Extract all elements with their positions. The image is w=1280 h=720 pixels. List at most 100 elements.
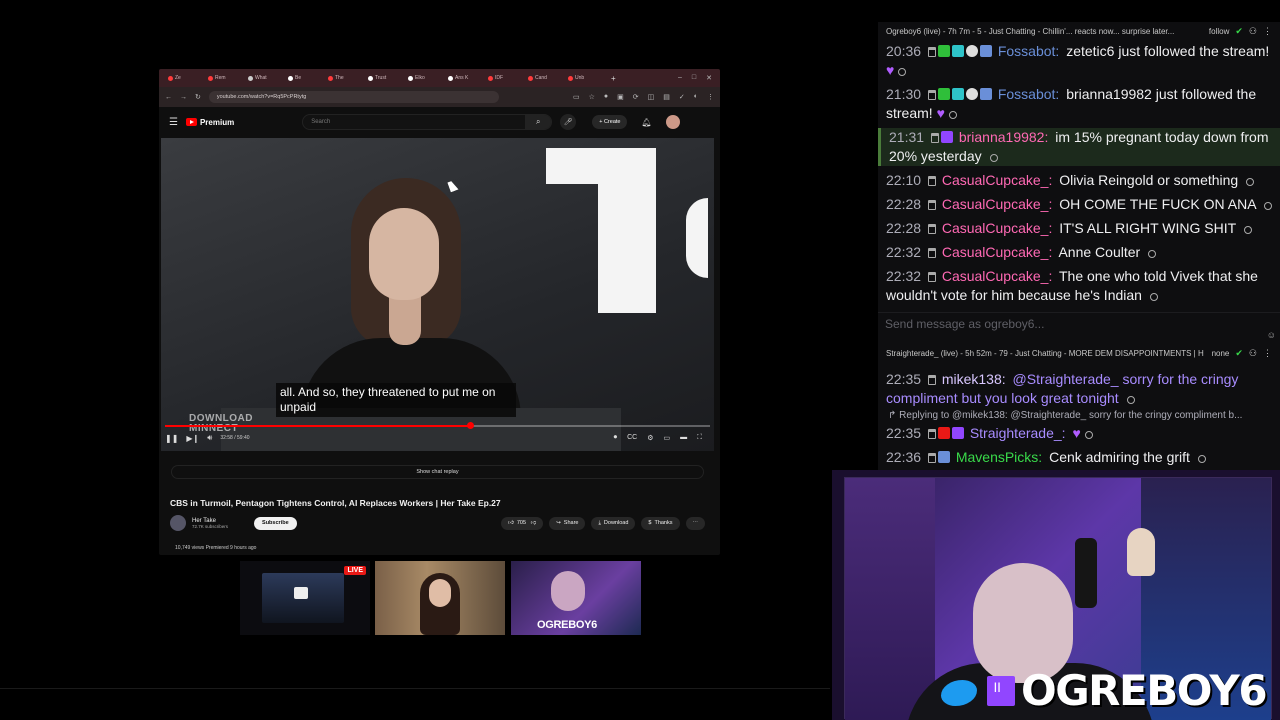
video-progress-bar[interactable] xyxy=(165,422,710,429)
menu-dots-icon[interactable]: ⋮ xyxy=(1263,348,1272,359)
browser-tab[interactable]: What xyxy=(245,71,283,85)
delete-icon[interactable] xyxy=(927,90,936,100)
thanks-button[interactable]: $ Thanks xyxy=(641,516,680,530)
hamburger-menu-icon[interactable]: ☰ xyxy=(169,117,178,128)
delete-icon[interactable] xyxy=(927,176,936,186)
browser-tab[interactable]: IDF xyxy=(485,71,523,85)
browser-tab[interactable]: Rem xyxy=(205,71,243,85)
chat-username[interactable]: Fossabot: xyxy=(998,86,1059,102)
browser-tab[interactable]: Trust xyxy=(365,71,403,85)
chat-username[interactable]: CasualCupcake_: xyxy=(942,268,1053,284)
theater-icon[interactable]: ▬ xyxy=(680,434,687,442)
chat-username[interactable]: Straighterade_: xyxy=(970,425,1066,441)
reply-icon[interactable] xyxy=(1263,202,1272,210)
extension-icon[interactable]: ✓ xyxy=(679,93,685,101)
close-icon[interactable]: ✕ xyxy=(706,74,712,82)
delete-icon[interactable] xyxy=(927,453,936,463)
url-field[interactable]: youtube.com/watch?v=Rq5PcPRtytg xyxy=(208,91,499,103)
account-avatar[interactable] xyxy=(665,115,680,129)
extension-icon[interactable]: ◫ xyxy=(648,93,655,101)
profile-icon[interactable]: ◐ xyxy=(694,93,698,101)
volume-icon[interactable]: 🔊︎ xyxy=(207,433,212,443)
browser-tab[interactable]: Elko xyxy=(405,71,443,85)
search-input[interactable]: Search ⌕ xyxy=(302,114,553,130)
delete-icon[interactable] xyxy=(927,429,936,439)
reply-icon[interactable] xyxy=(1126,396,1135,404)
chat-username[interactable]: brianna19982: xyxy=(959,129,1049,145)
delete-icon[interactable] xyxy=(927,272,936,282)
channel-avatar[interactable] xyxy=(170,515,186,531)
autoplay-toggle-icon[interactable]: ⏺ xyxy=(614,434,618,442)
stream-thumbnail[interactable] xyxy=(375,561,505,635)
extension-icon[interactable]: ● xyxy=(604,93,608,101)
next-icon[interactable]: ▶❙ xyxy=(186,434,199,443)
chat-input[interactable]: Send message as ogreboy6... xyxy=(878,312,1280,334)
delete-icon[interactable] xyxy=(927,224,936,234)
youtube-logo[interactable]: Premium xyxy=(185,118,234,127)
delete-icon[interactable] xyxy=(927,248,936,258)
chat-username[interactable]: MavensPicks: xyxy=(956,449,1042,465)
users-icon[interactable]: ⚇ xyxy=(1249,348,1257,359)
cast-icon[interactable]: ▭ xyxy=(573,93,580,101)
fullscreen-icon[interactable]: ⛶ xyxy=(697,434,702,442)
browser-tab[interactable]: Unb xyxy=(565,71,603,85)
reload-icon[interactable]: ↻ xyxy=(195,93,201,101)
chat-username[interactable]: Fossabot: xyxy=(998,43,1059,59)
reply-icon[interactable] xyxy=(1149,293,1158,301)
browser-tab[interactable]: Ans K xyxy=(445,71,483,85)
search-icon[interactable]: ⌕ xyxy=(525,115,552,129)
delete-icon[interactable] xyxy=(927,200,936,210)
settings-gear-icon[interactable]: ⚙ xyxy=(647,434,653,442)
show-chat-replay-button[interactable]: Show chat replay xyxy=(171,465,704,479)
reply-icon[interactable] xyxy=(898,68,907,76)
forward-arrow-icon[interactable]: → xyxy=(180,94,187,101)
browser-tab[interactable]: Ze xyxy=(165,71,203,85)
microphone-icon[interactable]: 🎤︎ xyxy=(560,114,577,130)
thumbs-down-icon[interactable]: 👎︎ xyxy=(529,520,537,526)
follow-button[interactable]: follow xyxy=(1209,27,1229,36)
chat-username[interactable]: CasualCupcake_: xyxy=(942,196,1053,212)
reply-icon[interactable] xyxy=(1197,455,1206,463)
subscribe-button[interactable]: Subscribe xyxy=(254,516,297,530)
delete-icon[interactable] xyxy=(927,47,936,57)
stream-thumbnail[interactable]: LIVE xyxy=(240,561,370,635)
users-icon[interactable]: ⚇ xyxy=(1249,26,1257,37)
subtitles-icon[interactable]: CC xyxy=(627,434,637,442)
notifications-bell-icon[interactable]: 🔔︎ xyxy=(641,118,651,127)
chat-username[interactable]: mikek138: xyxy=(942,371,1006,387)
reply-icon[interactable] xyxy=(948,111,957,119)
browser-tab[interactable]: Cand xyxy=(525,71,563,85)
browser-tab[interactable]: Be xyxy=(285,71,323,85)
reply-icon[interactable] xyxy=(1246,178,1255,186)
download-button[interactable]: ⤓ Download xyxy=(591,516,636,530)
delete-icon[interactable] xyxy=(927,375,936,385)
reply-icon[interactable] xyxy=(1148,250,1157,258)
maximize-icon[interactable]: □ xyxy=(692,74,696,82)
new-tab-plus-icon[interactable]: + xyxy=(611,74,616,83)
chat-username[interactable]: CasualCupcake_: xyxy=(942,172,1053,188)
minimize-icon[interactable]: – xyxy=(678,74,682,82)
video-player[interactable]: all. And so, they threatened to put me o… xyxy=(161,138,714,451)
menu-dots-icon[interactable]: ⋮ xyxy=(1263,26,1272,37)
delete-icon[interactable] xyxy=(930,133,939,143)
extension-icon[interactable]: ⟳ xyxy=(633,93,639,101)
chat-username[interactable]: CasualCupcake_: xyxy=(942,244,1053,260)
create-button[interactable]: + Create xyxy=(592,115,628,129)
like-button[interactable]: 👍︎ 705 👎︎ xyxy=(501,516,544,530)
menu-dots-icon[interactable]: ⋮ xyxy=(707,93,714,101)
star-icon[interactable]: ☆ xyxy=(589,93,595,101)
miniplayer-icon[interactable]: ▭ xyxy=(663,434,670,442)
extension-icon[interactable]: ▤ xyxy=(663,93,670,101)
pause-icon[interactable]: ❚❚ xyxy=(165,434,178,443)
emote-picker-icon[interactable]: ☺ xyxy=(1267,330,1276,340)
extension-icon[interactable]: ▣ xyxy=(617,93,624,101)
reply-icon[interactable] xyxy=(1084,431,1093,439)
more-actions-button[interactable]: ⋯ xyxy=(685,516,705,530)
reply-icon[interactable] xyxy=(989,154,998,162)
share-button[interactable]: ↪ Share xyxy=(549,516,586,530)
back-arrow-icon[interactable]: ← xyxy=(165,94,172,101)
reply-icon[interactable] xyxy=(1243,226,1252,234)
chat-username[interactable]: CasualCupcake_: xyxy=(942,220,1053,236)
browser-tab[interactable]: The xyxy=(325,71,363,85)
stream-thumbnail[interactable]: OGREBOY6 xyxy=(511,561,641,635)
